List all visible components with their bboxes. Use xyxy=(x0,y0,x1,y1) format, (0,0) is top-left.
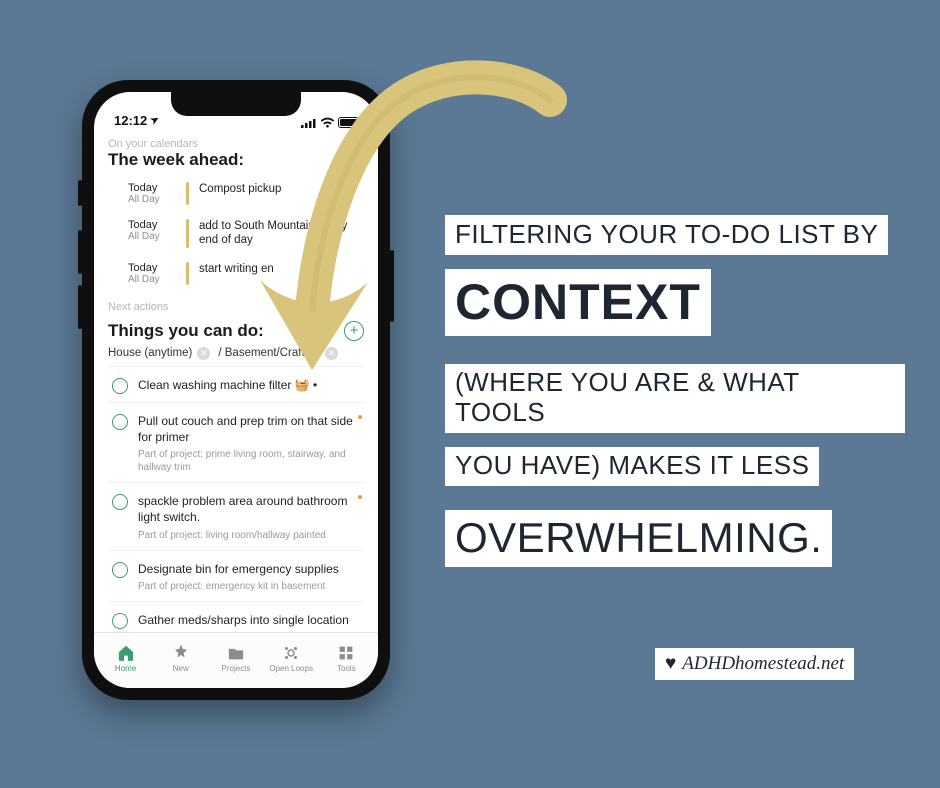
task-subtitle: Part of project: emergency kit in baseme… xyxy=(138,580,364,593)
filter-chip-label: House (anytime) xyxy=(108,347,192,359)
headline-line-3: (where you are & what tools xyxy=(445,364,905,433)
projects-icon xyxy=(226,644,246,662)
tools-icon xyxy=(336,644,356,662)
task-row[interactable]: Pull out couch and prep trim on that sid… xyxy=(108,403,364,483)
task-checkbox[interactable] xyxy=(112,613,128,629)
calendar-event[interactable]: TodayAll Day Compost pickup xyxy=(108,178,364,215)
signal-icon xyxy=(301,118,317,128)
tab-open-loops[interactable]: Open Loops xyxy=(264,644,319,673)
tab-tools[interactable]: Tools xyxy=(319,644,374,673)
wifi-icon xyxy=(320,117,335,128)
task-subtitle: Part of project: living room/hallway pai… xyxy=(138,529,364,542)
task-title: Pull out couch and prep trim on that sid… xyxy=(138,413,364,445)
add-task-button[interactable]: + xyxy=(344,321,364,341)
remove-filter-icon[interactable]: ✕ xyxy=(197,347,210,360)
actions-title: Things you can do: xyxy=(108,321,264,341)
remove-filter-icon[interactable]: ✕ xyxy=(325,347,338,360)
mute-switch xyxy=(78,180,82,206)
task-title: Designate bin for emergency supplies xyxy=(138,561,364,577)
event-day: Today xyxy=(128,219,176,231)
tab-label: New xyxy=(173,664,189,673)
tab-home[interactable]: Home xyxy=(98,644,153,673)
task-row[interactable]: spackle problem area around bathroom lig… xyxy=(108,483,364,550)
task-title: spackle problem area around bathroom lig… xyxy=(138,493,364,525)
event-color-bar xyxy=(186,182,189,205)
tab-new[interactable]: New xyxy=(153,644,208,673)
volume-up-button xyxy=(78,230,82,274)
calendar-event[interactable]: TodayAll Day add to South Mountain list … xyxy=(108,215,364,258)
task-subtitle: Part of project: prime living room, stai… xyxy=(138,448,364,474)
heart-icon: ♥ xyxy=(665,653,676,675)
new-icon xyxy=(171,644,191,662)
headline-line-2: context xyxy=(445,269,711,336)
tab-label: Projects xyxy=(222,664,251,673)
calendar-title: The week ahead: xyxy=(108,150,364,170)
calendar-label: On your calendars xyxy=(108,138,364,150)
task-title: Gather meds/sharps into single location xyxy=(138,612,364,628)
tab-label: Open Loops xyxy=(269,664,313,673)
battery-icon xyxy=(338,117,362,128)
open-loops-icon xyxy=(281,644,301,662)
phone-frame: 12:12 ➤ On your calendars The week ahead… xyxy=(82,80,390,700)
task-row[interactable]: Clean washing machine filter 🧺 • xyxy=(108,367,364,403)
headline: Filtering your to-do list by context (wh… xyxy=(445,210,905,572)
event-allday: All Day xyxy=(128,274,176,285)
filter-chip-basement[interactable]: / Basement/Crafting ✕ xyxy=(218,347,338,360)
task-row[interactable]: Gather meds/sharps into single location xyxy=(108,602,364,632)
task-row[interactable]: Designate bin for emergency supplies Par… xyxy=(108,551,364,602)
task-checkbox[interactable] xyxy=(112,414,128,430)
event-text: add to South Mountain list by end of day xyxy=(199,219,364,248)
filter-chip-house[interactable]: House (anytime) ✕ xyxy=(108,347,210,360)
filter-chip-label: / Basement/Crafting xyxy=(218,347,320,359)
event-allday: All Day xyxy=(128,194,176,205)
task-title: Clean washing machine filter 🧺 • xyxy=(138,377,364,393)
volume-down-button xyxy=(78,285,82,329)
phone-screen: 12:12 ➤ On your calendars The week ahead… xyxy=(94,92,378,688)
credit-badge: ♥ ADHDhomestead.net xyxy=(655,648,854,680)
notch xyxy=(171,92,301,116)
headline-line-1: Filtering your to-do list by xyxy=(445,215,888,255)
headline-line-4: you have) makes it less xyxy=(445,447,819,486)
tab-label: Tools xyxy=(337,664,356,673)
status-time: 12:12 xyxy=(114,113,147,128)
event-allday: All Day xyxy=(128,231,176,242)
headline-line-5: overwhelming. xyxy=(445,510,832,567)
location-icon: ➤ xyxy=(149,114,162,128)
task-checkbox[interactable] xyxy=(112,494,128,510)
task-checkbox[interactable] xyxy=(112,562,128,578)
tab-label: Home xyxy=(115,664,136,673)
credit-text: ADHDhomestead.net xyxy=(682,653,844,675)
event-day: Today xyxy=(128,262,176,274)
event-color-bar xyxy=(186,219,189,248)
filter-row: House (anytime) ✕ / Basement/Crafting ✕ xyxy=(108,347,364,367)
event-text: start writing en xyxy=(199,262,364,285)
calendar-event[interactable]: TodayAll Day start writing en xyxy=(108,258,364,295)
event-text: Compost pickup xyxy=(199,182,364,205)
event-day: Today xyxy=(128,182,176,194)
main-scroll[interactable]: On your calendars The week ahead: TodayA… xyxy=(94,130,378,632)
power-button xyxy=(390,250,394,322)
tab-bar: Home New Projects Open Loops Tools xyxy=(94,632,378,688)
task-checkbox[interactable] xyxy=(112,378,128,394)
home-icon xyxy=(116,644,136,662)
tab-projects[interactable]: Projects xyxy=(208,644,263,673)
status-icons xyxy=(301,117,362,128)
actions-label: Next actions xyxy=(108,301,364,313)
event-color-bar xyxy=(186,262,189,285)
priority-dot-icon xyxy=(358,415,362,419)
plus-icon: + xyxy=(350,323,359,338)
